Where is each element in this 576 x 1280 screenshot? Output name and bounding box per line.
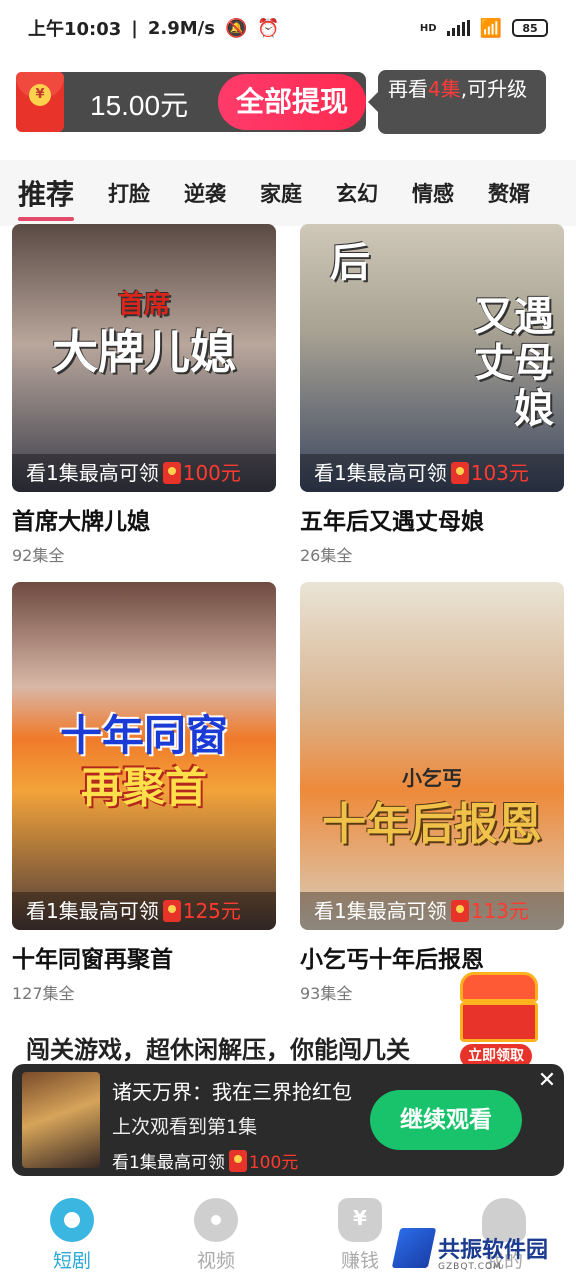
drama-title[interactable]: 五年后又遇丈母娘 bbox=[300, 502, 564, 536]
withdraw-all-button[interactable]: 全部提现 bbox=[218, 74, 366, 130]
watermark-domain: GZBQT.COM bbox=[438, 1262, 502, 1272]
status-time: 上午10:03 bbox=[28, 19, 122, 40]
episode-reward-tag: 看1集最高可领 100元 bbox=[12, 454, 276, 492]
network-speed: 2.9M/s bbox=[147, 17, 215, 39]
tab-fantasy[interactable]: 玄幻 bbox=[336, 178, 378, 208]
episode-count: 26集全 bbox=[300, 546, 353, 565]
drama-title[interactable]: 十年同窗再聚首 bbox=[12, 940, 276, 974]
red-packet-icon bbox=[162, 462, 181, 484]
tab-romance[interactable]: 情感 bbox=[412, 178, 454, 208]
signal-icon bbox=[446, 20, 470, 36]
continue-watching-title: 诸天万界：我在三界抢红包 bbox=[112, 1080, 352, 1104]
drama-poster[interactable]: 十年同窗 再聚首 看1集最高可领 125元 bbox=[12, 582, 276, 930]
upgrade-tip: 再看4集,可升级 bbox=[368, 70, 546, 134]
mute-icon: 🔕 bbox=[224, 17, 248, 39]
red-packet-icon bbox=[228, 1149, 247, 1172]
video-disc-icon bbox=[194, 1198, 238, 1242]
nav-short-drama[interactable]: 短剧 bbox=[0, 1192, 144, 1280]
red-packet-icon bbox=[450, 462, 469, 484]
red-packet-icon bbox=[162, 900, 181, 922]
episode-reward-tag: 看1集最高可领 103元 bbox=[300, 454, 564, 492]
drama-card[interactable]: 十年同窗 再聚首 看1集最高可领 125元 十年同窗再聚首 127集全 bbox=[12, 582, 276, 1004]
film-reel-icon bbox=[50, 1198, 94, 1242]
balance-amount: 15.00元 bbox=[90, 90, 189, 121]
watermark-logo-icon bbox=[391, 1228, 437, 1268]
tab-recommend[interactable]: 推荐 bbox=[18, 173, 75, 221]
drama-title[interactable]: 首席大牌儿媳 bbox=[12, 502, 276, 536]
drama-poster[interactable]: 首席 大牌儿媳 看1集最高可领 100元 bbox=[12, 224, 276, 492]
treasure-chest-icon[interactable] bbox=[454, 966, 544, 1046]
divider: | bbox=[131, 17, 138, 39]
continue-watching-progress: 上次观看到第1集 bbox=[112, 1116, 258, 1138]
drama-card[interactable]: 小乞丐 十年后报恩 看1集最高可领 113元 小乞丐十年后报恩 93集全 bbox=[300, 582, 564, 1004]
drama-poster[interactable]: 后 又遇丈母娘 看1集最高可领 103元 bbox=[300, 224, 564, 492]
red-packet-icon bbox=[450, 900, 469, 922]
status-bar: 上午10:03 | 2.9M/s 🔕 ⏰ HD 📶 85 bbox=[0, 0, 576, 56]
continue-watching-thumbnail[interactable] bbox=[22, 1072, 100, 1168]
episode-reward-tag: 看1集最高可领 113元 bbox=[300, 892, 564, 930]
hd-label: HD bbox=[419, 22, 437, 34]
drama-card[interactable]: 后 又遇丈母娘 看1集最高可领 103元 五年后又遇丈母娘 26集全 bbox=[300, 224, 564, 566]
drama-poster[interactable]: 小乞丐 十年后报恩 看1集最高可领 113元 bbox=[300, 582, 564, 930]
close-icon[interactable]: ✕ bbox=[536, 1070, 558, 1092]
nav-video[interactable]: 视频 bbox=[144, 1192, 288, 1280]
continue-watching-reward: 看1集最高可领 100元 bbox=[112, 1148, 298, 1173]
tab-face-slap[interactable]: 打脸 bbox=[108, 178, 150, 208]
red-packet-icon: ¥ bbox=[16, 72, 64, 132]
drama-card[interactable]: 首席 大牌儿媳 看1集最高可领 100元 首席大牌儿媳 92集全 bbox=[12, 224, 276, 566]
episode-reward-tag: 看1集最高可领 125元 bbox=[12, 892, 276, 930]
episode-count: 92集全 bbox=[12, 546, 65, 565]
tab-family[interactable]: 家庭 bbox=[260, 178, 302, 208]
alarm-icon: ⏰ bbox=[257, 17, 280, 39]
episode-count: 127集全 bbox=[12, 984, 75, 1003]
game-banner[interactable]: 闯关游戏，超休闲解压，你能闯几关 bbox=[26, 1030, 466, 1065]
continue-watching-button[interactable]: 继续观看 bbox=[370, 1090, 522, 1150]
battery-icon: 85 bbox=[512, 19, 548, 37]
tab-son-in-law[interactable]: 赘婿 bbox=[488, 178, 530, 208]
tab-comeback[interactable]: 逆袭 bbox=[184, 178, 226, 208]
money-bag-icon bbox=[338, 1198, 382, 1242]
wifi-icon: 📶 bbox=[479, 17, 502, 39]
category-tabs: 推荐 打脸 逆袭 家庭 玄幻 情感 赘婿 bbox=[0, 160, 576, 226]
